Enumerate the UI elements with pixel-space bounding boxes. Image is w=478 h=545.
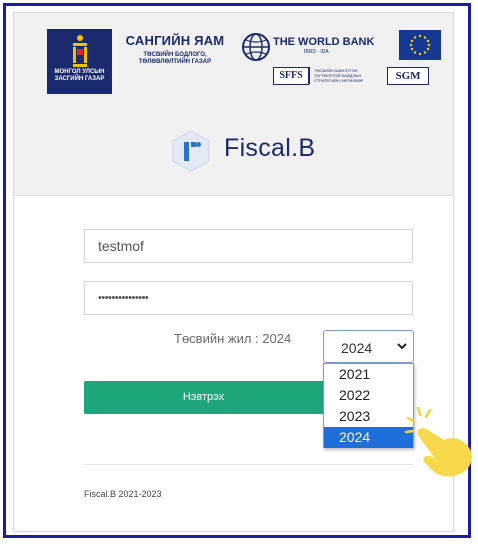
login-button[interactable]: Нэвтрэх xyxy=(84,381,323,414)
year-select-value: 2024 xyxy=(341,340,373,356)
year-select[interactable]: 2024 xyxy=(323,330,414,363)
logo-divider xyxy=(309,67,310,84)
brand-name: Fiscal.B xyxy=(224,134,316,162)
ministry-title: САНГИЙН ЯАМ xyxy=(125,33,225,48)
year-option-2022[interactable]: 2022 xyxy=(324,385,413,406)
password-input[interactable]: ••••••••••••••• xyxy=(84,281,413,315)
sgm-logo: SGM xyxy=(387,67,429,85)
ministry-subtitle: ТӨСВИЙН БОДЛОГО, ТӨЛӨВЛӨЛТИЙН ГАЗАР xyxy=(138,52,212,65)
username-input[interactable]: testmof xyxy=(84,229,413,263)
chevron-down-icon xyxy=(397,343,407,350)
sfsf-note: ТӨСВИЙН ШИНЭТГЭЛ, ТОГТВОРТОЙ БАЙДЛЫН СТР… xyxy=(314,68,364,83)
eu-flag-icon xyxy=(399,30,441,60)
year-option-2021[interactable]: 2021 xyxy=(324,364,413,385)
login-card: МОНГОЛ УЛСЫН ЗАСГИЙН ГАЗАР САНГИЙН ЯАМ Т… xyxy=(13,12,454,532)
sfsf-logo: SFFS xyxy=(273,67,309,85)
footer-text: Fiscal.B 2021-2023 xyxy=(84,489,162,499)
worldbank-subtitle: IBRD · IDA xyxy=(304,49,329,55)
emblem-caption: МОНГОЛ УЛСЫН ЗАСГИЙН ГАЗАР xyxy=(54,69,105,82)
mongolia-emblem: МОНГОЛ УЛСЫН ЗАСГИЙН ГАЗАР xyxy=(47,29,112,94)
footer-divider xyxy=(84,464,413,465)
fiscalb-logo-icon xyxy=(172,130,210,172)
year-option-2023[interactable]: 2023 xyxy=(324,406,413,427)
year-dropdown[interactable]: 2021 2022 2023 2024 xyxy=(323,363,414,448)
worldbank-title: THE WORLD BANK xyxy=(273,36,375,48)
worldbank-globe-icon xyxy=(242,33,270,61)
fiscal-year-label: Төсвийн жил : 2024 xyxy=(174,331,292,346)
pointing-hand-icon xyxy=(404,406,472,477)
year-option-2024[interactable]: 2024 xyxy=(324,427,413,448)
soyombo-icon xyxy=(73,35,87,67)
logo-header: МОНГОЛ УЛСЫН ЗАСГИЙН ГАЗАР САНГИЙН ЯАМ Т… xyxy=(14,13,453,196)
